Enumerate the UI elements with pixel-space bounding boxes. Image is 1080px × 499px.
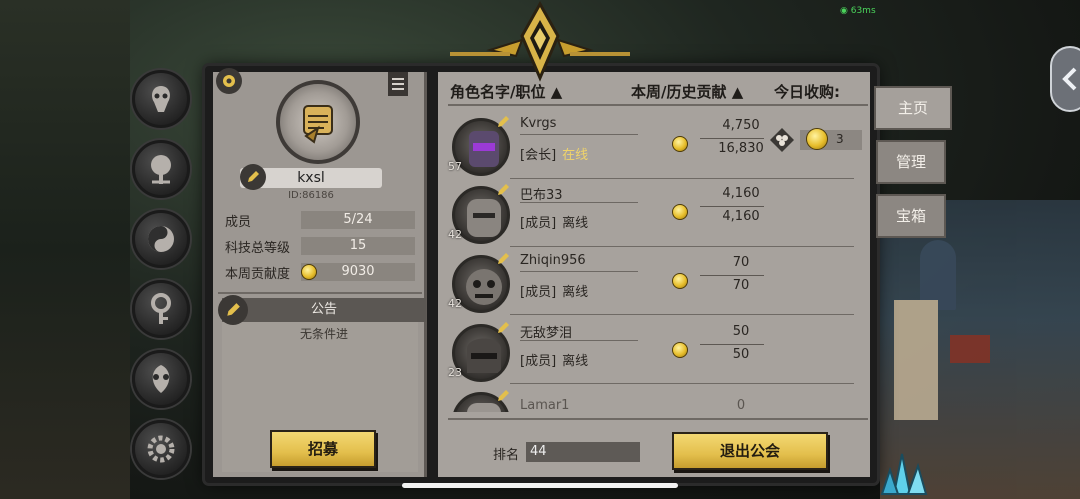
pen-icon [496, 114, 510, 128]
divider [520, 271, 638, 272]
member-role: [成员] [520, 216, 557, 231]
member-total-contribution: 4,160 [722, 209, 760, 224]
member-week-contribution: 0 [736, 398, 746, 412]
rank-value: 44 [526, 442, 640, 462]
guild-log-icon[interactable] [386, 70, 410, 98]
member-name: 无敌梦泪 [520, 326, 573, 341]
coin-icon [301, 264, 317, 280]
stat-value-members: 5/24 [301, 211, 415, 229]
member-role: [会长] [520, 148, 557, 163]
divider [520, 340, 638, 341]
member-name: Lamar1 [520, 398, 570, 412]
member-role-status: [成员] 离线 [520, 281, 588, 300]
pen-icon [248, 171, 259, 182]
sidebar-tree-icon[interactable] [132, 140, 190, 198]
sidebar-gear-icon[interactable] [132, 420, 190, 478]
sidebar-yinyang-icon[interactable] [132, 210, 190, 268]
divider [700, 138, 764, 139]
member-row[interactable]: 57 Kvrgs [会长] 在线 4,750 16,830 [446, 110, 858, 178]
member-week-contribution: 4,750 [722, 118, 760, 133]
member-row[interactable]: Lamar1 0 [446, 384, 858, 412]
gauntlet-icon [303, 105, 333, 144]
stat-label-members: 成员 [225, 215, 252, 230]
member-level: 42 [448, 228, 462, 241]
castle-wall [894, 300, 938, 420]
pen-icon [496, 320, 510, 334]
divider [520, 202, 638, 203]
notice-title: 公告 [222, 298, 426, 322]
member-status: 在线 [562, 148, 589, 163]
home-indicator[interactable] [402, 483, 678, 488]
pen-icon [496, 251, 510, 265]
member-week-contribution: 50 [732, 324, 750, 339]
recruit-button[interactable]: 招募 [270, 430, 376, 468]
member-name: 巴布33 [520, 188, 563, 203]
edit-notice-button[interactable] [218, 295, 248, 325]
member-status: 离线 [562, 216, 589, 231]
member-level: 23 [448, 366, 462, 379]
stat-label-weekly-contribution: 本周贡献度 [225, 267, 291, 282]
member-role-status: [会长] 在线 [520, 144, 588, 163]
guild-settings-icon[interactable] [216, 68, 242, 94]
member-row[interactable]: 42 Zhiqin956 [成员] 离线 70 70 [446, 247, 858, 315]
member-name: Zhiqin956 [520, 253, 586, 268]
notice-text: 无条件进 [299, 327, 348, 341]
back-button[interactable] [1050, 46, 1080, 112]
divider [700, 344, 764, 345]
member-status: 离线 [562, 354, 589, 369]
divider [520, 134, 638, 135]
member-week-contribution: 70 [732, 255, 750, 270]
row-divider [510, 314, 854, 315]
stat-label-tech-level: 科技总等级 [225, 241, 291, 256]
stat-value-weekly-contribution: 9030 [301, 263, 415, 281]
ping-text: 63ms [850, 6, 876, 16]
member-row[interactable]: 42 巴布33 [成员] 离线 4,160 4,160 [446, 178, 858, 246]
guild-emblem[interactable] [276, 80, 360, 164]
member-role: [成员] [520, 354, 557, 369]
pen-icon [496, 182, 510, 196]
column-header-name[interactable]: 角色名字/职位 ▲ [450, 81, 562, 102]
member-role-status: [成员] 离线 [520, 350, 588, 369]
member-week-contribution: 4,160 [722, 186, 760, 201]
rank-label: 排名 [493, 448, 520, 463]
pen-icon [227, 303, 240, 316]
member-role-status: [成员] 离线 [520, 212, 588, 231]
divider [700, 206, 764, 207]
member-total-contribution: 50 [732, 347, 750, 362]
member-level: 57 [448, 160, 462, 173]
footer-divider [448, 418, 868, 420]
column-header-contribution[interactable]: 本周/历史贡献 ▲ [631, 81, 743, 102]
quit-guild-button[interactable]: 退出公会 [672, 432, 828, 470]
member-total-contribution: 70 [732, 278, 750, 293]
divider [700, 275, 764, 276]
wifi-status: ◉ 63ms [840, 6, 876, 16]
background-scenery-left [0, 0, 130, 499]
header-ornament [450, 0, 630, 84]
castle-roof [950, 335, 990, 363]
column-header-today: 今日收购: [774, 83, 840, 101]
member-row-clipped[interactable]: Lamar1 0 [446, 384, 858, 412]
member-level: 42 [448, 297, 462, 310]
crystal-icon[interactable] [874, 450, 930, 496]
tab-home[interactable]: 主页 [874, 86, 952, 130]
edit-name-button[interactable] [240, 164, 266, 190]
member-row[interactable]: 23 无敌梦泪 [成员] 离线 50 50 [446, 316, 858, 384]
member-status: 离线 [562, 285, 589, 300]
tab-manage[interactable]: 管理 [876, 140, 946, 184]
member-total-contribution: 16,830 [718, 141, 764, 156]
wifi-icon: ◉ [840, 6, 848, 16]
member-role: [成员] [520, 285, 557, 300]
guild-id: ID:86186 [288, 190, 334, 201]
sidebar-mask-icon[interactable] [132, 350, 190, 408]
divider [218, 292, 422, 294]
pen-icon [496, 388, 510, 402]
chevron-left-icon [1062, 67, 1077, 91]
sidebar-key-icon[interactable] [132, 280, 190, 338]
sidebar-guild-icon[interactable] [132, 70, 190, 128]
member-name: Kvrgs [520, 116, 557, 131]
tab-chest[interactable]: 宝箱 [876, 194, 946, 238]
header-divider [448, 104, 868, 106]
stat-value-tech-level: 15 [301, 237, 415, 255]
